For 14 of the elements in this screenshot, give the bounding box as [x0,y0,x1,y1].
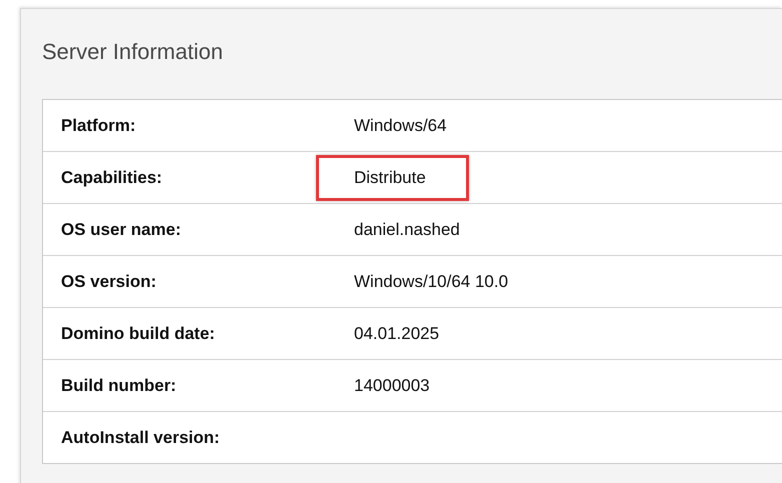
field-label: Platform: [60,116,137,136]
field-label: Build number: [60,376,178,396]
highlighted-value: Distribute [316,154,469,200]
field-value: Windows/64 [353,114,448,136]
field-value: daniel.nashed [353,218,461,240]
field-label: Domino build date: [60,324,216,344]
field-label: AutoInstall version: [60,428,221,448]
field-value: 14000003 [353,374,431,396]
field-label: Capabilities: [60,168,164,188]
field-value: Windows/10/64 10.0 [353,270,510,292]
field-label: OS user name: [60,220,182,240]
panel-title: Server Information [42,38,224,66]
field-value: 04.01.2025 [353,322,440,344]
field-label: OS version: [60,272,158,292]
